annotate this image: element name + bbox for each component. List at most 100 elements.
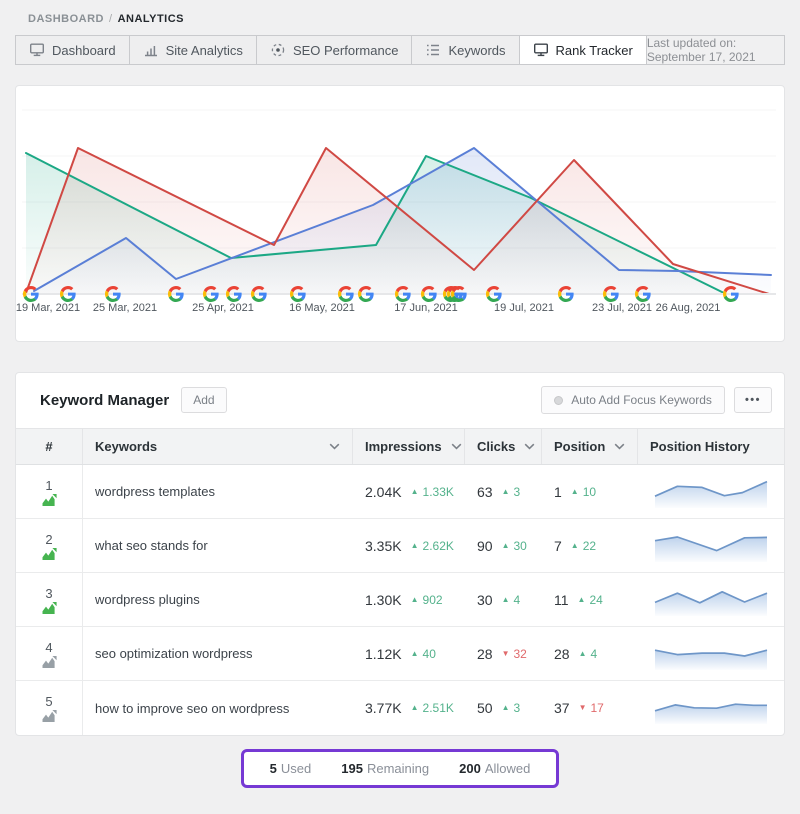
analytics-tabbar: Dashboard Site Analytics SEO Performance… xyxy=(15,35,785,65)
row-number-cell: 3 xyxy=(16,573,83,626)
rank-tracker-chart-card: 19 Mar, 202125 Mar, 202125 Apr, 202116 M… xyxy=(15,85,785,342)
position-cell: 28 ▲4 xyxy=(542,627,638,680)
position-history-sparkline xyxy=(652,582,770,618)
tab-label: Dashboard xyxy=(52,43,116,58)
impressions-value: 1.30K xyxy=(365,592,402,608)
chevron-down-icon xyxy=(451,443,462,450)
keyword-table-row: 5 how to improve seo on wordpress 3.77K … xyxy=(16,681,784,735)
keyword-table-row: 4 seo optimization wordpress 1.12K ▲40 2… xyxy=(16,627,784,681)
clicks-cell: 50 ▲3 xyxy=(465,681,542,735)
clicks-delta: ▲3 xyxy=(502,701,521,715)
clicks-value: 90 xyxy=(477,538,493,554)
quota-remaining: 195Remaining xyxy=(341,761,429,776)
position-delta: ▲24 xyxy=(578,593,603,607)
delta-arrow-icon: ▲ xyxy=(502,704,510,712)
tab-label: Rank Tracker xyxy=(556,43,633,58)
focus-icon xyxy=(270,42,286,58)
column-header-impressions[interactable]: Impressions xyxy=(353,429,465,464)
x-axis-label: 26 Aug, 2021 xyxy=(643,302,733,314)
delta-arrow-icon: ▲ xyxy=(502,596,510,604)
impressions-delta: ▲902 xyxy=(411,593,443,607)
keyword-text[interactable]: wordpress plugins xyxy=(83,573,353,626)
column-header-position[interactable]: Position xyxy=(542,429,638,464)
trend-chart-icon xyxy=(42,710,57,722)
row-number: 5 xyxy=(45,694,52,709)
row-number: 4 xyxy=(45,640,52,655)
impressions-delta: ▲40 xyxy=(411,647,436,661)
table-body: 1 wordpress templates 2.04K ▲1.33K 63 ▲3… xyxy=(16,465,784,735)
column-header-position-history: Position History xyxy=(638,429,784,464)
position-delta: ▲22 xyxy=(571,539,596,553)
tab-site-analytics[interactable]: Site Analytics xyxy=(130,36,257,64)
tab-label: Site Analytics xyxy=(166,43,243,58)
impressions-value: 3.77K xyxy=(365,700,402,716)
position-history-cell xyxy=(638,573,784,626)
tab-seo-performance[interactable]: SEO Performance xyxy=(257,36,413,64)
delta-arrow-icon: ▲ xyxy=(411,596,419,604)
delta-arrow-icon: ▲ xyxy=(502,488,510,496)
delta-arrow-icon: ▲ xyxy=(411,542,419,550)
delta-arrow-icon: ▼ xyxy=(579,704,587,712)
position-delta: ▼17 xyxy=(579,701,604,715)
trend-chart-icon xyxy=(42,602,57,614)
tab-label: SEO Performance xyxy=(293,43,399,58)
position-delta: ▲10 xyxy=(571,485,596,499)
breadcrumb-analytics: ANALYTICS xyxy=(118,13,184,25)
keyword-text[interactable]: what seo stands for xyxy=(83,519,353,572)
clicks-delta: ▲3 xyxy=(502,485,521,499)
position-history-cell xyxy=(638,519,784,572)
position-history-sparkline xyxy=(652,690,770,726)
keyword-text[interactable]: seo optimization wordpress xyxy=(83,627,353,680)
add-keyword-button[interactable]: Add xyxy=(181,387,226,413)
position-history-sparkline xyxy=(652,474,770,510)
breadcrumb: DASHBOARD / ANALYTICS xyxy=(0,0,800,25)
position-history-sparkline xyxy=(652,636,770,672)
delta-arrow-icon: ▲ xyxy=(411,650,419,658)
keyword-manager-header: Keyword Manager Add Auto Add Focus Keywo… xyxy=(16,373,784,428)
keyword-text[interactable]: how to improve seo on wordpress xyxy=(83,681,353,735)
bar-chart-icon xyxy=(143,42,159,58)
tab-keywords[interactable]: Keywords xyxy=(412,36,519,64)
breadcrumb-dashboard[interactable]: DASHBOARD xyxy=(28,13,104,25)
delta-arrow-icon: ▲ xyxy=(571,542,579,550)
row-number: 1 xyxy=(45,478,52,493)
delta-arrow-icon: ▲ xyxy=(411,704,419,712)
quota-allowed: 200Allowed xyxy=(459,761,530,776)
trend-chart-icon xyxy=(42,656,57,668)
keyword-manager-title: Keyword Manager xyxy=(40,392,169,409)
auto-add-focus-keywords-button[interactable]: Auto Add Focus Keywords xyxy=(541,386,725,414)
keyword-table-row: 2 what seo stands for 3.35K ▲2.62K 90 ▲3… xyxy=(16,519,784,573)
x-axis-label: 16 May, 2021 xyxy=(277,302,367,314)
clicks-value: 30 xyxy=(477,592,493,608)
keyword-quota-badge: 5Used 195Remaining 200Allowed xyxy=(241,749,560,788)
tab-label: Keywords xyxy=(448,43,505,58)
chevron-down-icon xyxy=(329,443,340,450)
chevron-down-icon xyxy=(614,443,625,450)
breadcrumb-separator: / xyxy=(109,13,113,25)
position-cell: 11 ▲24 xyxy=(542,573,638,626)
clicks-cell: 63 ▲3 xyxy=(465,465,542,518)
delta-arrow-icon: ▲ xyxy=(579,650,587,658)
position-delta: ▲4 xyxy=(579,647,598,661)
impressions-delta: ▲1.33K xyxy=(411,485,454,499)
more-options-button[interactable]: ••• xyxy=(734,387,772,413)
position-cell: 1 ▲10 xyxy=(542,465,638,518)
delta-arrow-icon: ▲ xyxy=(411,488,419,496)
x-axis-label: 17 Jun, 2021 xyxy=(381,302,471,314)
impressions-delta: ▲2.62K xyxy=(411,539,454,553)
row-number-cell: 1 xyxy=(16,465,83,518)
row-number-cell: 4 xyxy=(16,627,83,680)
impressions-cell: 3.35K ▲2.62K xyxy=(353,519,465,572)
tab-dashboard[interactable]: Dashboard xyxy=(16,36,130,64)
x-axis-label: 19 Jul, 2021 xyxy=(479,302,569,314)
clicks-cell: 90 ▲30 xyxy=(465,519,542,572)
clicks-value: 28 xyxy=(477,646,493,662)
column-header-clicks[interactable]: Clicks xyxy=(465,429,542,464)
position-history-cell xyxy=(638,465,784,518)
keyword-text[interactable]: wordpress templates xyxy=(83,465,353,518)
row-number-cell: 5 xyxy=(16,681,83,735)
table-header-row: # Keywords Impressions Clicks Position P… xyxy=(16,428,784,465)
tab-rank-tracker[interactable]: Rank Tracker xyxy=(520,36,647,64)
position-value: 28 xyxy=(554,646,570,662)
column-header-keywords[interactable]: Keywords xyxy=(83,429,353,464)
